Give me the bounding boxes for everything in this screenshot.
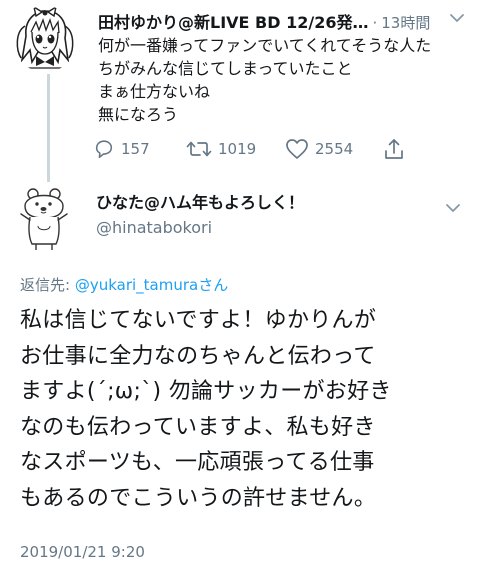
retweet-button[interactable]: 1019 bbox=[186, 137, 256, 161]
reply-button[interactable]: 157 bbox=[93, 137, 150, 161]
reply-to-user-link[interactable]: @yukari_tamura bbox=[75, 276, 198, 294]
anime-girl-avatar-image bbox=[12, 6, 78, 72]
reply-to-suffix[interactable]: さん bbox=[198, 276, 228, 294]
parent-separator: · bbox=[372, 14, 378, 32]
reply-to-prefix: 返信先: bbox=[20, 276, 75, 294]
reply-timestamp[interactable]: 2019/01/21 9:20 bbox=[20, 543, 145, 561]
chevron-down-icon[interactable] bbox=[446, 202, 460, 217]
reply-author-handle[interactable]: @hinatabokori bbox=[96, 218, 212, 237]
like-button[interactable]: 2554 bbox=[285, 137, 353, 161]
reply-tweet-text: 私は信じてないですよ！ゆかりんが お仕事に全力なのちゃんと伝わって ますよ(´;… bbox=[20, 308, 392, 511]
parent-avatar[interactable] bbox=[12, 6, 78, 72]
like-icon bbox=[286, 139, 308, 159]
parent-tweet-text: 何が一番嫌ってファンでいてくれてそうな人た ちがみんな信じてしまっていたこと ま… bbox=[98, 36, 432, 124]
reply-to-line: 返信先: @yukari_tamuraさん bbox=[20, 274, 228, 295]
parent-timestamp[interactable]: 13時間 bbox=[381, 12, 430, 33]
thread-connector-line bbox=[47, 74, 50, 182]
chevron-down-icon[interactable] bbox=[450, 12, 464, 27]
bear-character-avatar-image bbox=[12, 184, 80, 252]
like-count: 2554 bbox=[315, 140, 354, 158]
parent-header: 田村ゆかり@新LIVE BD 12/26発… · 13時間 bbox=[98, 9, 438, 33]
parent-author-name[interactable]: 田村ゆかり@新LIVE BD 12/26発… bbox=[98, 9, 368, 33]
reply-count: 157 bbox=[121, 140, 150, 158]
reply-author-name[interactable]: ひなた@ハム年もよろしく！ bbox=[96, 189, 304, 213]
share-icon bbox=[385, 139, 403, 159]
reply-icon bbox=[95, 140, 113, 159]
reply-avatar[interactable] bbox=[12, 184, 80, 252]
retweet-icon bbox=[186, 141, 212, 157]
share-button[interactable] bbox=[383, 137, 411, 161]
retweet-count: 1019 bbox=[218, 140, 257, 158]
